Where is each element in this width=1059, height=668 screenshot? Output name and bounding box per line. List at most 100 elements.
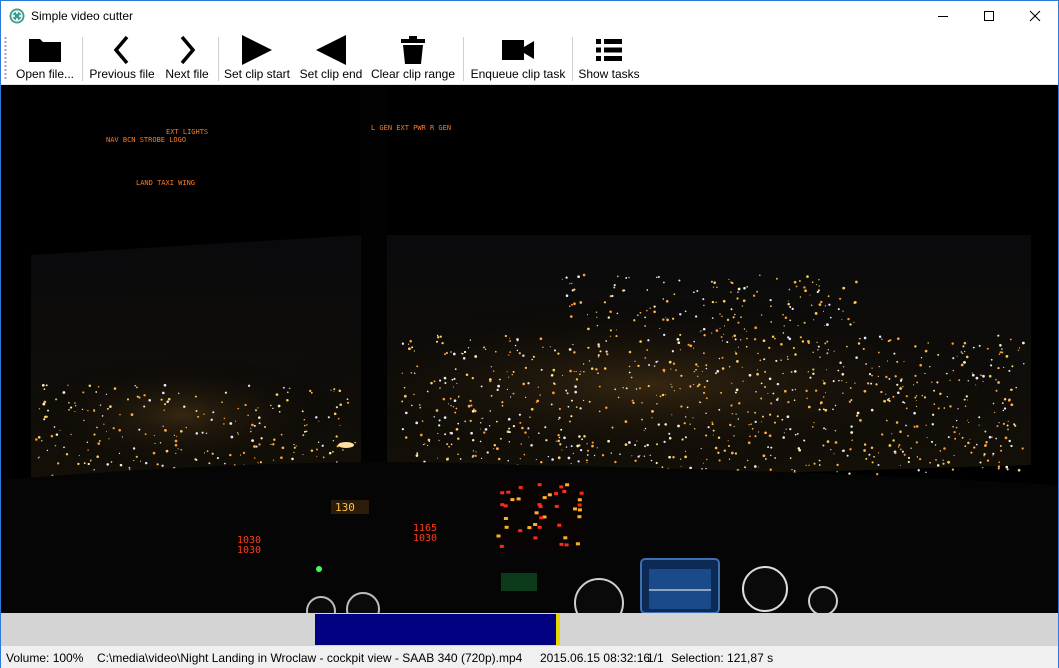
city-light [681,438,684,441]
city-light [994,411,996,414]
city-light [255,445,258,448]
city-light [678,279,681,282]
city-light [565,446,568,448]
city-light [769,468,772,471]
enqueue-clip-task-button[interactable]: Enqueue clip task [469,33,567,83]
clip-selection-range[interactable] [315,614,556,645]
city-light [47,409,49,412]
volume-status[interactable]: Volume: 100% [6,651,83,665]
city-light [303,418,306,421]
city-light [769,413,772,416]
city-light [310,449,314,452]
city-light [965,355,969,359]
city-light [695,363,698,366]
city-light [794,353,797,356]
annunciator-light [575,542,580,546]
city-light [939,450,942,452]
city-light [807,341,810,344]
city-light [275,393,279,396]
city-light [516,349,519,352]
city-light [886,419,888,422]
city-light [743,328,746,330]
city-light [692,383,695,386]
open-file-button[interactable]: Open file... [14,33,76,83]
city-light [272,407,274,410]
title-bar[interactable]: Simple video cutter [1,1,1058,31]
city-light [730,404,733,407]
city-light [97,442,101,445]
city-light [1021,447,1024,450]
city-light [195,409,198,413]
city-light [93,409,96,412]
city-light [850,425,853,428]
city-light [793,470,796,472]
annunciator-light [533,523,538,526]
city-light [903,401,906,404]
city-light [782,436,785,439]
city-light [973,446,976,449]
city-light [702,298,705,301]
city-light [415,421,419,425]
city-light [582,399,585,402]
city-light [631,455,633,457]
minimize-button[interactable] [920,1,966,31]
city-light [679,349,682,351]
city-light [729,423,732,427]
city-light [731,382,733,384]
city-light [605,340,608,342]
city-light [528,436,530,438]
city-light [695,368,697,371]
toolbar-separator [218,37,219,81]
set-clip-start-button[interactable]: Set clip start [223,33,291,83]
city-light [916,456,919,458]
show-tasks-button[interactable]: Show tasks [577,33,641,83]
annunciator-light [563,536,568,540]
city-light [260,437,263,440]
city-light [224,462,226,465]
city-light [812,351,814,353]
city-light [632,401,635,405]
annunciator-light [577,515,582,519]
city-light [842,286,846,290]
gauge [742,566,788,612]
toolbar-grip[interactable] [4,36,7,80]
city-light [794,388,797,391]
previous-file-button[interactable]: Previous file [88,33,156,83]
clear-clip-range-button[interactable]: Clear clip range [370,33,456,83]
city-light [670,383,672,385]
city-light [649,307,651,309]
city-light [722,333,725,335]
city-light [194,395,197,398]
city-light [128,467,131,469]
city-light [756,372,759,376]
set-clip-end-button[interactable]: Set clip end [298,33,364,83]
video-frame[interactable]: EXT LIGHTS NAV BCN STROBE LOGO LAND TAXI… [1,85,1058,613]
city-light [937,353,940,356]
city-light [570,445,573,448]
city-light [732,316,735,319]
city-light [653,305,656,308]
city-light [769,299,772,302]
city-light [1005,355,1009,358]
city-light [731,413,733,415]
city-light [46,449,49,452]
maximize-button[interactable] [966,1,1012,31]
city-light [70,433,72,436]
city-light [173,434,175,436]
city-light [544,426,547,429]
close-button[interactable] [1012,1,1058,31]
city-light [886,360,889,362]
next-file-button[interactable]: Next file [161,33,213,83]
city-light [965,395,968,398]
timeline-slider[interactable] [1,613,1058,646]
city-light [721,367,725,370]
city-light [253,424,256,427]
city-light [444,353,446,355]
city-light [813,462,816,465]
playhead-marker[interactable] [556,614,560,645]
city-light [641,418,643,421]
city-light [711,421,713,424]
city-light [258,443,261,446]
city-light [855,280,858,284]
city-light [955,426,958,429]
